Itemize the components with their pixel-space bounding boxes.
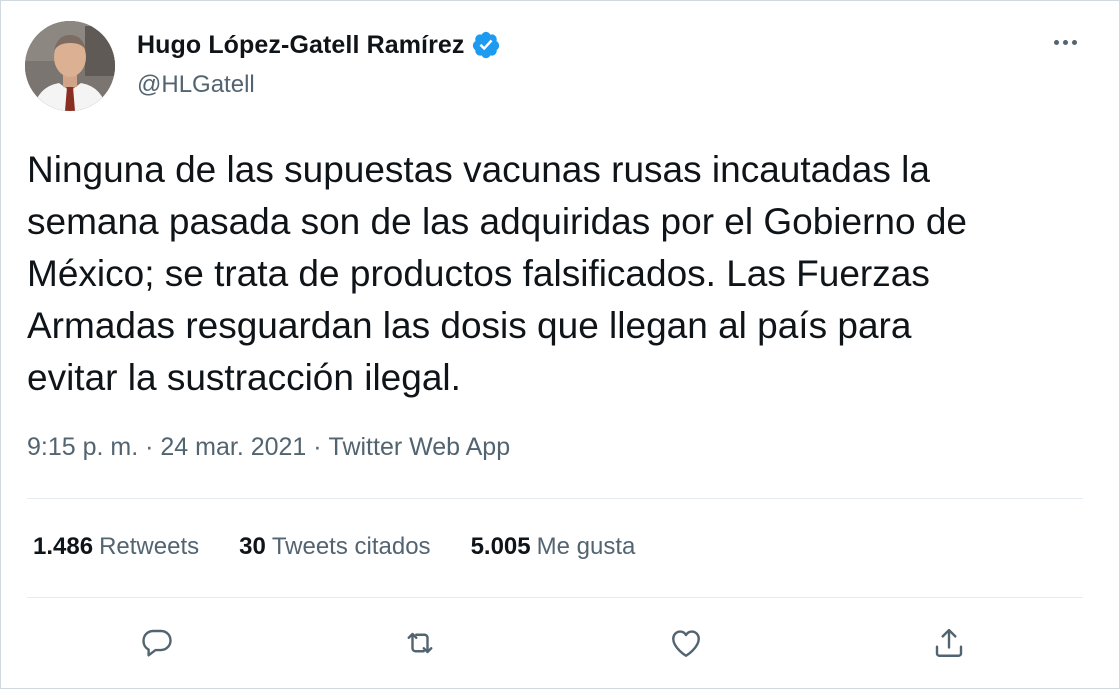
share-icon[interactable] <box>927 621 971 665</box>
likes-label: Me gusta <box>536 533 636 560</box>
heart-icon[interactable] <box>664 621 708 665</box>
tweet-meta: 9:15 p. m. · 24 mar. 2021 · Twitter Web … <box>27 433 510 462</box>
avatar-image <box>25 21 115 111</box>
verified-badge-icon <box>471 30 501 60</box>
quotes-stat[interactable]: 30 Tweets citados <box>239 533 430 561</box>
tweet-date[interactable]: 24 mar. 2021 <box>160 433 306 462</box>
tweet-text-line: evitar la sustracción ilegal. <box>27 357 461 398</box>
quotes-label: Tweets citados <box>271 533 431 560</box>
more-horizontal-icon[interactable] <box>1045 27 1085 57</box>
divider <box>27 498 1083 499</box>
reply-icon[interactable] <box>135 621 179 665</box>
tweet-text-line: Ninguna de las supuestas vacunas rusas i… <box>27 149 930 190</box>
tweet-source[interactable]: Twitter Web App <box>329 433 511 462</box>
author-handle[interactable]: @HLGatell <box>137 71 255 99</box>
author-name-row[interactable]: Hugo López-Gatell Ramírez <box>137 30 501 60</box>
likes-stat[interactable]: 5.005 Me gusta <box>471 533 636 561</box>
meta-separator: · <box>306 433 329 461</box>
tweet-text-line: México; se trata de productos falsificad… <box>27 253 930 294</box>
tweet-text: Ninguna de las supuestas vacunas rusas i… <box>27 144 1087 404</box>
retweets-stat[interactable]: 1.486 Retweets <box>33 533 199 561</box>
author-name[interactable]: Hugo López-Gatell Ramírez <box>137 31 465 60</box>
retweets-label: Retweets <box>99 533 200 560</box>
quotes-count: 30 <box>239 533 266 560</box>
likes-count: 5.005 <box>470 533 531 560</box>
action-bar <box>1 621 1120 665</box>
meta-separator: · <box>138 433 161 461</box>
tweet-text-line: semana pasada son de las adquiridas por … <box>27 201 968 242</box>
tweet-time[interactable]: 9:15 p. m. <box>27 433 138 462</box>
tweet-text-line: Armadas resguardan las dosis que llegan … <box>27 305 912 346</box>
avatar[interactable] <box>25 21 115 111</box>
tweet-stats: 1.486 Retweets 30 Tweets citados 5.005 Me g… <box>33 533 675 561</box>
divider <box>27 597 1083 598</box>
retweet-icon[interactable] <box>398 621 442 665</box>
tweet-card: Hugo López-Gatell Ramírez @HLGatell Ning… <box>0 0 1120 689</box>
retweets-count: 1.486 <box>33 533 94 560</box>
